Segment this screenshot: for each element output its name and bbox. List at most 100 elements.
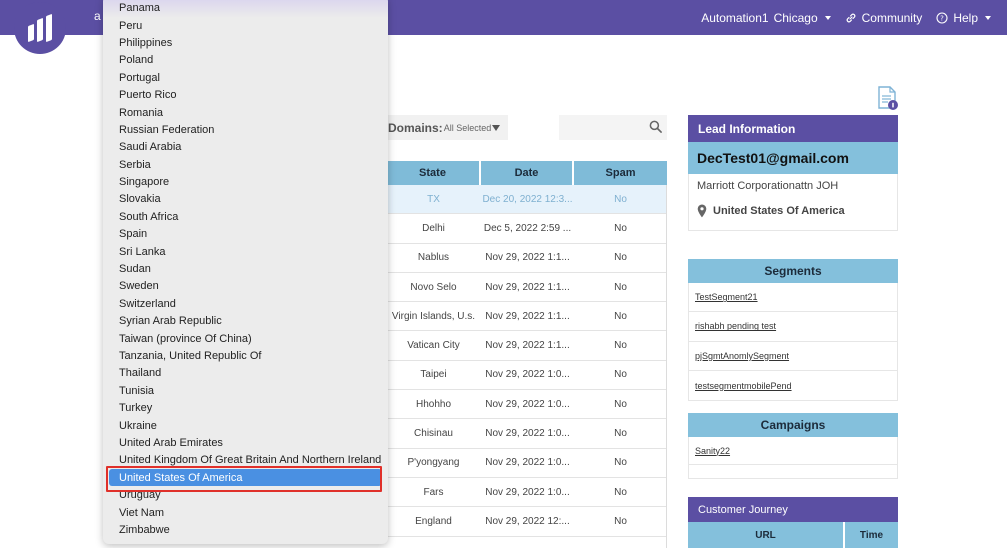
country-option[interactable]: United Arab Emirates xyxy=(103,434,388,451)
country-option[interactable]: Thailand xyxy=(103,365,388,382)
community-label: Community xyxy=(861,10,923,25)
cell-spam: No xyxy=(614,486,627,498)
country-option[interactable]: Panama xyxy=(103,0,388,17)
table-row[interactable]: Nablus Nov 29, 2022 1:1... No xyxy=(386,244,667,273)
country-option[interactable]: Philippines xyxy=(103,34,388,51)
table-row[interactable]: P'yongyang Nov 29, 2022 1:0... No xyxy=(386,449,667,478)
table-row[interactable]: England Nov 29, 2022 12:... No xyxy=(386,507,667,537)
cell-date: Nov 29, 2022 1:1... xyxy=(485,281,570,293)
top-nav-right: Automation1 Chicago Community ? Help xyxy=(701,0,991,35)
location-name: Chicago xyxy=(773,10,818,25)
table-row[interactable]: Chisinau Nov 29, 2022 1:0... No xyxy=(386,419,667,449)
cell-spam: No xyxy=(614,281,627,293)
chevron-down-icon xyxy=(824,15,831,20)
cell-state: Delhi xyxy=(422,222,445,234)
table-row[interactable]: Hhohho Nov 29, 2022 1:0... No xyxy=(386,390,667,420)
cell-state: Nablus xyxy=(417,252,450,264)
country-option[interactable]: Tunisia xyxy=(103,382,388,399)
leads-table: State Date Spam TX Dec 20, 2022 12:3... No… xyxy=(386,161,667,537)
country-option[interactable]: Sri Lanka xyxy=(103,243,388,260)
column-header-date[interactable]: Date xyxy=(481,161,574,185)
cell-date: Dec 20, 2022 12:3... xyxy=(482,193,573,205)
campaign-link[interactable]: Sanity22 xyxy=(689,437,897,464)
country-option[interactable]: Switzerland xyxy=(103,295,388,312)
country-option[interactable]: Singapore xyxy=(103,173,388,190)
lead-company: Marriott Corporationattn JOH xyxy=(697,180,839,192)
campaigns-list: Sanity22 xyxy=(688,437,898,465)
campaigns-list-filler xyxy=(688,465,898,479)
lead-email: DecTest01@gmail.com xyxy=(688,142,898,174)
column-header-spam[interactable]: Spam xyxy=(574,161,667,185)
app-logo[interactable] xyxy=(14,2,66,54)
country-option[interactable]: South Africa xyxy=(103,208,388,225)
cell-date: Nov 29, 2022 12:... xyxy=(485,515,570,527)
table-row[interactable]: Virgin Islands, U.s. Nov 29, 2022 1:1... N… xyxy=(386,302,667,332)
cell-state: Chisinau xyxy=(414,428,453,440)
cell-spam: No xyxy=(614,428,627,440)
country-dropdown-list[interactable]: Panama Peru Philippines Poland Portugal … xyxy=(103,0,388,544)
table-row[interactable]: Taipei Nov 29, 2022 1:0... No xyxy=(386,361,667,391)
segment-link[interactable]: rishabh pending test xyxy=(689,312,897,342)
chevron-down-icon xyxy=(985,15,991,20)
table-row[interactable]: Novo Selo Nov 29, 2022 1:1... No xyxy=(386,273,667,303)
cell-date: Nov 29, 2022 1:0... xyxy=(485,369,570,381)
country-option[interactable]: Portugal xyxy=(103,69,388,86)
column-header-time[interactable]: Time xyxy=(845,522,898,548)
table-header: State Date Spam xyxy=(386,161,667,185)
country-option[interactable]: Spain xyxy=(103,226,388,243)
cell-spam: No xyxy=(614,369,627,381)
search-input[interactable] xyxy=(559,115,667,140)
country-option[interactable]: Syrian Arab Republic xyxy=(103,313,388,330)
cell-state: Novo Selo xyxy=(410,281,457,293)
country-option[interactable]: Serbia xyxy=(103,156,388,173)
cell-state: Vatican City xyxy=(407,340,460,352)
country-option[interactable]: Peru xyxy=(103,17,388,34)
search-icon[interactable] xyxy=(649,120,662,133)
location-pin-icon xyxy=(697,204,707,218)
cell-date: Nov 29, 2022 1:1... xyxy=(485,252,570,264)
country-option[interactable]: Russian Federation xyxy=(103,121,388,138)
cell-state: Taipei xyxy=(420,369,447,381)
column-header-state[interactable]: State xyxy=(386,161,481,185)
segments-header: Segments xyxy=(688,259,898,283)
help-menu[interactable]: ? Help xyxy=(936,11,991,25)
cell-state: Virgin Islands, U.s. xyxy=(391,310,476,322)
domains-label: Domains: xyxy=(388,120,443,135)
lead-location: United States Of America xyxy=(697,204,845,218)
segments-list: TestSegment21 rishabh pending test pjSgm… xyxy=(688,283,898,402)
table-row[interactable]: Delhi Dec 5, 2022 2:59 ... No xyxy=(386,214,667,244)
lead-country: United States Of America xyxy=(713,205,845,217)
segment-link[interactable]: testsegmentmobilePend xyxy=(689,371,897,400)
domains-filter-select[interactable]: Domains: All Selected xyxy=(386,115,508,140)
country-option[interactable]: Ukraine xyxy=(103,417,388,434)
table-row[interactable]: Fars Nov 29, 2022 1:0... No xyxy=(386,478,667,508)
segment-link[interactable]: pjSgmtAnomlySegment xyxy=(689,342,897,371)
country-option[interactable]: Turkey xyxy=(103,399,388,416)
country-option[interactable]: Sudan xyxy=(103,260,388,277)
country-option[interactable]: Saudi Arabia xyxy=(103,139,388,156)
segment-link[interactable]: TestSegment21 xyxy=(689,283,897,313)
cell-spam: No xyxy=(614,340,627,352)
country-option[interactable]: Taiwan (province Of China) xyxy=(103,330,388,347)
country-option[interactable]: Puerto Rico xyxy=(103,86,388,103)
community-link[interactable]: Community xyxy=(845,10,923,25)
svg-text:?: ? xyxy=(940,14,944,22)
cell-date: Nov 29, 2022 1:1... xyxy=(485,310,570,322)
country-option[interactable]: Sweden xyxy=(103,278,388,295)
cell-date: Nov 29, 2022 1:0... xyxy=(485,428,570,440)
country-options: Panama Peru Philippines Poland Portugal … xyxy=(103,0,388,539)
country-option[interactable]: Viet Nam xyxy=(103,504,388,521)
country-option[interactable]: Slovakia xyxy=(103,191,388,208)
caret-down-icon xyxy=(492,125,500,131)
lead-document-icon[interactable] xyxy=(876,86,900,112)
country-option[interactable]: Zimbabwe xyxy=(103,521,388,538)
column-header-url[interactable]: URL xyxy=(688,522,845,548)
table-row[interactable]: TX Dec 20, 2022 12:3... No xyxy=(386,185,667,215)
cell-date: Nov 29, 2022 1:0... xyxy=(485,486,570,498)
table-row[interactable]: Vatican City Nov 29, 2022 1:1... No xyxy=(386,331,667,361)
country-option[interactable]: Poland xyxy=(103,52,388,69)
country-option[interactable]: Tanzania, United Republic Of xyxy=(103,347,388,364)
country-option[interactable]: Romania xyxy=(103,104,388,121)
cell-spam: No xyxy=(614,193,627,205)
workspace-selector[interactable]: Automation1 Chicago xyxy=(701,10,831,25)
